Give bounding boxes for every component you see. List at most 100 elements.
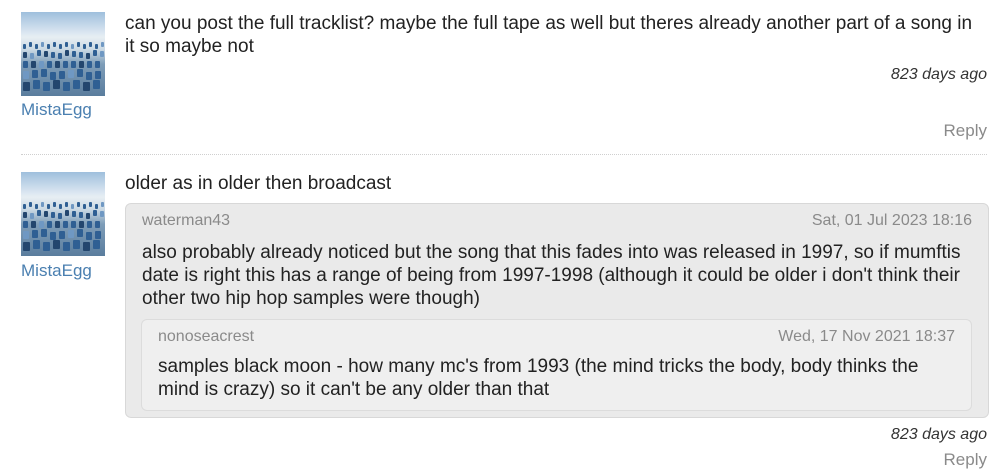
avatar-pattern-mark — [23, 82, 30, 91]
avatar-pattern-mark — [41, 202, 44, 207]
quote-author[interactable]: nonoseacrest — [158, 328, 254, 345]
avatar-pattern-mark — [71, 221, 76, 228]
avatar-pattern-mark — [79, 52, 83, 58]
avatar-pattern-mark — [35, 204, 38, 209]
reply-button[interactable]: Reply — [944, 450, 987, 470]
avatar-pattern-mark — [58, 53, 62, 59]
avatar-pattern-mark — [51, 212, 55, 218]
avatar-pattern-mark — [101, 42, 104, 47]
avatar-pattern-mark — [95, 231, 101, 239]
avatar-pattern-mark — [86, 232, 92, 240]
avatar-pattern-mark — [59, 44, 62, 49]
avatar-pattern-mark — [65, 202, 68, 207]
avatar-pattern-mark — [47, 44, 50, 49]
avatar-pattern-mark — [83, 44, 86, 49]
avatar-pattern-mark — [39, 61, 44, 68]
avatar-pattern-mark — [50, 72, 56, 80]
avatar-pattern-mark — [37, 50, 41, 56]
avatar[interactable] — [21, 172, 105, 256]
avatar-pattern-mark — [89, 42, 92, 47]
quote-text: also probably already noticed but the so… — [142, 242, 961, 309]
avatar-pattern-mark — [31, 221, 36, 228]
avatar-pattern-mark — [71, 44, 74, 49]
avatar-pattern-mark — [47, 61, 52, 68]
quote-author[interactable]: waterman43 — [142, 212, 230, 229]
avatar-pattern-mark — [29, 202, 32, 207]
avatar-pattern-mark — [55, 61, 60, 68]
avatar-pattern-mark — [23, 204, 26, 209]
avatar-pattern-mark — [47, 221, 52, 228]
avatar-pattern-mark — [65, 50, 69, 56]
avatar-pattern-mark — [100, 51, 104, 57]
avatar-pattern-mark — [35, 44, 38, 49]
avatar-pattern-mark — [41, 42, 44, 47]
avatar-pattern-mark — [83, 242, 90, 251]
avatar-pattern-mark — [23, 61, 28, 68]
avatar-pattern-mark — [73, 80, 80, 89]
avatar-pattern-mark — [23, 231, 29, 239]
avatar-pattern-mark — [65, 210, 69, 216]
avatar-pattern-mark — [72, 211, 76, 217]
avatar-pattern-mark — [58, 213, 62, 219]
quote-header: waterman43 Sat, 01 Jul 2023 18:16 — [142, 212, 972, 230]
avatar-pattern-mark — [47, 204, 50, 209]
avatar-pattern-mark — [77, 69, 83, 77]
avatar-pattern-mark — [95, 221, 100, 228]
quote-header: nonoseacrest Wed, 17 Nov 2021 18:37 — [158, 328, 955, 346]
avatar-pattern-mark — [23, 44, 26, 49]
avatar-pattern-mark — [59, 204, 62, 209]
comment-text: can you post the full tracklist? maybe t… — [125, 13, 973, 57]
avatar-pattern-mark — [89, 202, 92, 207]
avatar-pattern-mark — [33, 80, 40, 89]
avatar-pattern-mark — [37, 210, 41, 216]
avatar-pattern-mark — [77, 202, 80, 207]
avatar-pattern-mark — [72, 51, 76, 57]
avatar-pattern-mark — [93, 210, 97, 216]
avatar-pattern-mark — [83, 204, 86, 209]
avatar-pattern-mark — [23, 221, 28, 228]
avatar-pattern-mark — [95, 204, 98, 209]
avatar-pattern-mark — [31, 61, 36, 68]
comment-age: 823 days ago — [890, 426, 987, 443]
avatar-pattern-mark — [63, 82, 70, 91]
avatar-pattern-mark — [93, 240, 100, 249]
quoted-comment: waterman43 Sat, 01 Jul 2023 18:16 also p… — [125, 203, 989, 418]
avatar-pattern-mark — [86, 72, 92, 80]
avatar[interactable] — [21, 12, 105, 96]
avatar-pattern-mark — [53, 202, 56, 207]
reply-button[interactable]: Reply — [944, 121, 987, 141]
avatar-pattern-mark — [32, 230, 38, 238]
avatar-pattern-mark — [83, 82, 90, 91]
avatar-pattern-mark — [23, 52, 27, 58]
avatar-pattern-mark — [33, 240, 40, 249]
avatar-pattern-mark — [77, 42, 80, 47]
avatar-pattern-mark — [100, 211, 104, 217]
avatar-pattern-mark — [23, 71, 29, 79]
comment-age: 823 days ago — [890, 66, 987, 83]
avatar-sky — [21, 172, 105, 194]
avatar-pattern-mark — [73, 240, 80, 249]
comment: MistaEgg older as in older then broadcas… — [0, 160, 1002, 475]
quote-date: Sat, 01 Jul 2023 18:16 — [811, 212, 972, 229]
username-link[interactable]: MistaEgg — [21, 100, 92, 120]
avatar-pattern-mark — [51, 52, 55, 58]
avatar-pattern-mark — [23, 212, 27, 218]
nested-quoted-comment: nonoseacrest Wed, 17 Nov 2021 18:37 samp… — [141, 319, 972, 411]
avatar-pattern-mark — [43, 82, 50, 91]
avatar-pattern-mark — [32, 70, 38, 78]
quote-text: samples black moon - how many mc's from … — [158, 356, 919, 400]
avatar-pattern-mark — [95, 61, 100, 68]
avatar-pattern-mark — [79, 61, 84, 68]
avatar-pattern-mark — [68, 70, 74, 78]
avatar-pattern-mark — [59, 231, 65, 239]
avatar-pattern-mark — [65, 42, 68, 47]
avatar-pattern-mark — [23, 242, 30, 251]
username-link[interactable]: MistaEgg — [21, 261, 92, 281]
avatar-pattern-mark — [95, 44, 98, 49]
avatar-pattern-mark — [86, 53, 90, 59]
avatar-pattern-mark — [86, 213, 90, 219]
avatar-sky — [21, 12, 105, 34]
avatar-pattern-mark — [71, 204, 74, 209]
avatar-pattern-mark — [29, 42, 32, 47]
avatar-pattern-mark — [79, 221, 84, 228]
